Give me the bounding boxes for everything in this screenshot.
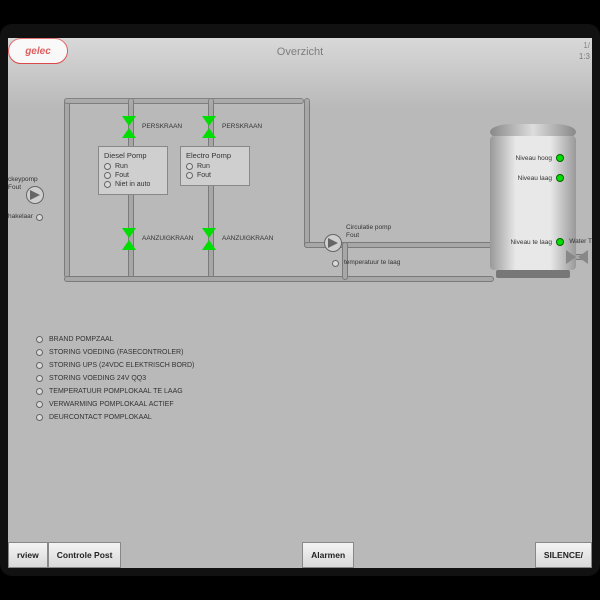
card-title: Electro Pomp — [186, 151, 244, 160]
alarm-text: DEURCONTACT POMPLOKAAL — [49, 414, 152, 421]
alarm-text: TEMPERATUUR POMPLOKAAL TE LAAG — [49, 388, 183, 395]
valve-label: AANZUIGKRAAN — [222, 235, 273, 242]
jockey-switch-label: hakelaar — [8, 213, 33, 221]
valve-label: AANZUIGKRAAN — [142, 235, 193, 242]
hmi-panel: gelec Overzicht 1/ 1:3 ckeypomp Fout hak… — [0, 24, 600, 576]
alarm-text: BRAND POMPZAAL — [49, 336, 114, 343]
spacer — [121, 542, 302, 568]
electro-pump-card[interactable]: Electro Pomp Run Fout — [180, 146, 250, 186]
indicator-icon — [36, 388, 43, 395]
alarm-row: STORING VOEDING 24V QQ3 — [36, 375, 194, 382]
silence-button[interactable]: SILENCE/ — [535, 542, 592, 568]
header-bar: gelec Overzicht 1/ 1:3 — [8, 38, 592, 66]
alarm-list: BRAND POMPZAAL STORING VOEDING (FASECONT… — [36, 336, 194, 427]
card-row-label: Run — [115, 163, 128, 170]
controle-post-button[interactable]: Controle Post — [48, 542, 122, 568]
valve-label: PERSKRAAN — [222, 123, 262, 130]
card-row-label: Niet in auto — [115, 181, 150, 188]
circ-pump-name: Circulatie pomp — [346, 224, 391, 232]
valve-aanzuig-1[interactable] — [120, 228, 138, 250]
bottom-bar: rview Controle Post Alarmen SILENCE/ — [8, 542, 592, 568]
alarm-row: TEMPERATUUR POMPLOKAAL TE LAAG — [36, 388, 194, 395]
alarm-text: VERWARMING POMPLOKAAL ACTIEF — [49, 401, 174, 408]
alarm-text: STORING VOEDING (FASECONTROLER) — [49, 349, 183, 356]
overview-button[interactable]: rview — [8, 542, 48, 568]
jockey-pump-label: ckeypomp Fout — [8, 176, 38, 192]
indicator-icon — [36, 336, 43, 343]
level-label: Niveau laag — [518, 175, 552, 182]
pipe — [304, 98, 310, 248]
datetime: 1/ 1:3 — [579, 40, 590, 62]
page-title: Overzicht — [277, 46, 323, 58]
alarm-text: STORING UPS (24VDC ELEKTRISCH BORD) — [49, 362, 194, 369]
alarm-row: DEURCONTACT POMPLOKAAL — [36, 414, 194, 421]
alarm-row: STORING VOEDING (FASECONTROLER) — [36, 349, 194, 356]
indicator-icon — [36, 362, 43, 369]
valve-perskraan-1[interactable] — [120, 116, 138, 138]
indicator-icon — [36, 375, 43, 382]
level-indicator-icon — [556, 154, 564, 162]
level-label: Niveau te laag — [510, 239, 552, 246]
indicator-icon — [36, 414, 43, 421]
alarmen-button[interactable]: Alarmen — [302, 542, 354, 568]
card-row-label: Fout — [197, 172, 211, 179]
alarm-row: VERWARMING POMPLOKAAL ACTIEF — [36, 401, 194, 408]
spacer — [354, 542, 535, 568]
card-row-label: Run — [197, 163, 210, 170]
alarm-text: STORING VOEDING 24V QQ3 — [49, 375, 146, 382]
level-indicator-icon — [556, 174, 564, 182]
indicator-icon — [104, 181, 111, 188]
jockey-switch-indicator — [36, 214, 43, 221]
brand-logo: gelec — [8, 38, 68, 64]
circ-temp-label: temperatuur te laag — [344, 259, 400, 267]
circulation-pump-label: Circulatie pomp Fout — [346, 224, 391, 240]
storage-tank: Niveau hoog Niveau laag Niveau te laag — [490, 118, 576, 278]
card-title: Diesel Pomp — [104, 151, 162, 160]
indicator-icon — [104, 172, 111, 179]
time-text: 1:3 — [579, 51, 590, 62]
circ-pump-fault: Fout — [346, 232, 391, 240]
pipe — [64, 98, 70, 278]
indicator-icon — [36, 349, 43, 356]
level-label: Niveau hoog — [516, 155, 553, 162]
valve-aanzuig-2[interactable] — [200, 228, 218, 250]
jockey-pump-name: ckeypomp — [8, 176, 38, 184]
level-indicator-icon — [556, 238, 564, 246]
alarm-row: STORING UPS (24VDC ELEKTRISCH BORD) — [36, 362, 194, 369]
circ-temp-indicator — [332, 260, 339, 267]
date-text: 1/ — [579, 40, 590, 51]
indicator-icon — [104, 163, 111, 170]
card-row-label: Fout — [115, 172, 129, 179]
jockey-pump-fault: Fout — [8, 184, 38, 192]
hmi-screen: gelec Overzicht 1/ 1:3 ckeypomp Fout hak… — [8, 38, 592, 568]
valve-perskraan-2[interactable] — [200, 116, 218, 138]
tank-base — [496, 270, 570, 278]
valve-label: PERSKRAAN — [142, 123, 182, 130]
alarm-row: BRAND POMPZAAL — [36, 336, 194, 343]
indicator-icon — [186, 163, 193, 170]
indicator-icon — [186, 172, 193, 179]
pipe — [64, 98, 304, 104]
diesel-pump-card[interactable]: Diesel Pomp Run Fout Niet in auto — [98, 146, 168, 195]
circulation-pump-icon — [324, 234, 342, 252]
indicator-icon — [36, 401, 43, 408]
valve-water[interactable] — [566, 248, 588, 266]
pipe — [64, 276, 494, 282]
valve-label: Water T — [569, 238, 592, 245]
